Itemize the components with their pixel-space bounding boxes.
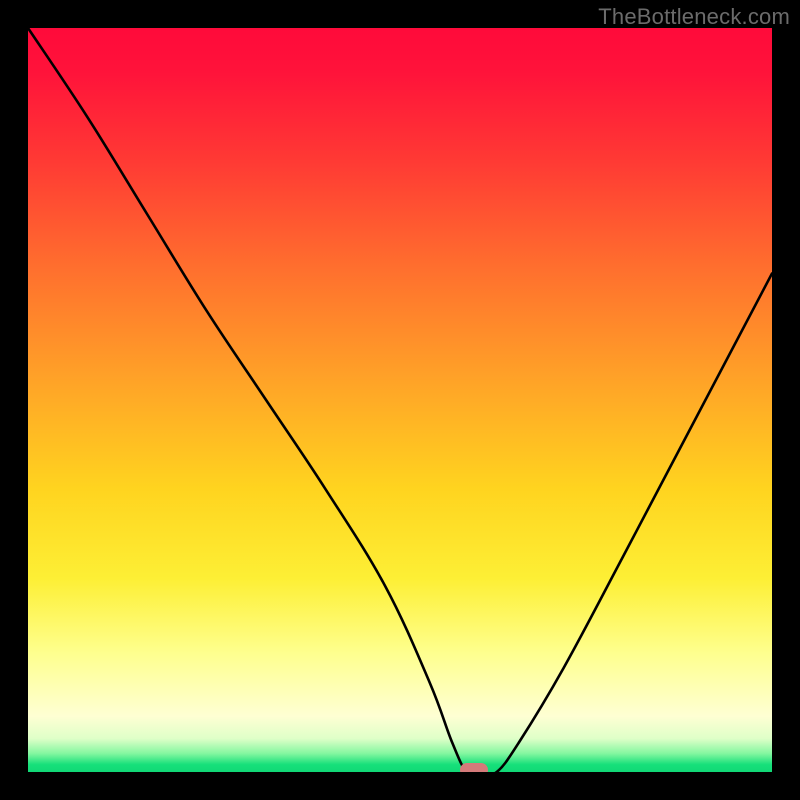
attribution-text: TheBottleneck.com	[598, 4, 790, 30]
chart-frame: TheBottleneck.com	[0, 0, 800, 800]
optimal-point-marker	[460, 763, 488, 772]
plot-area	[28, 28, 772, 772]
bottleneck-curve	[28, 28, 772, 772]
